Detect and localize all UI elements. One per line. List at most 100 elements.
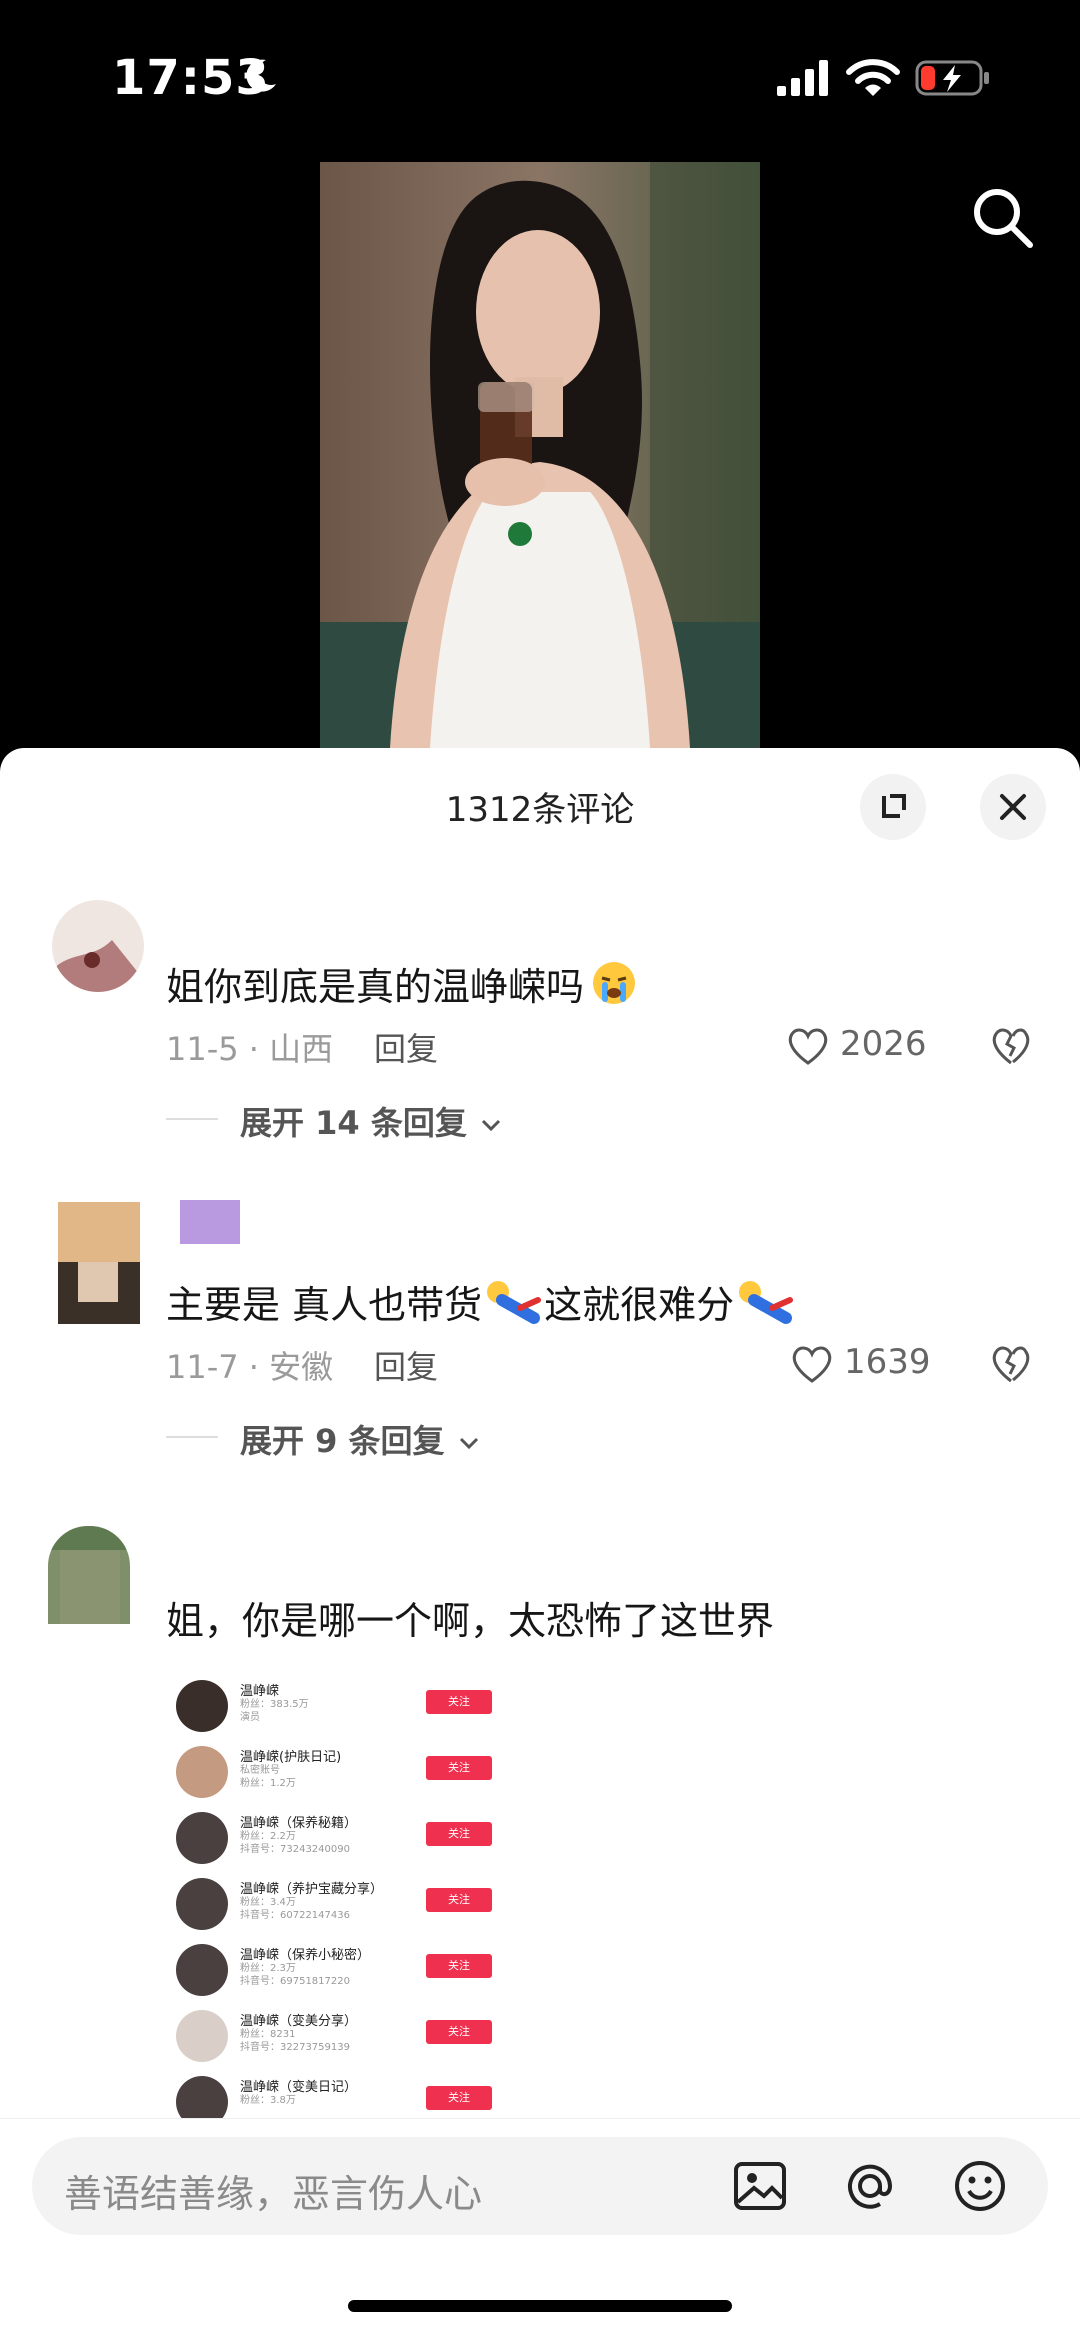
battery-icon	[915, 60, 989, 96]
account-name: 温峥嵘(护肤日记)	[240, 1750, 342, 1765]
fullscreen-button[interactable]	[860, 774, 926, 840]
account-row: 温峥嵘（保养秘籍） 粉丝：2.2万抖音号：73243240090 关注	[166, 1808, 506, 1874]
crying-emoji-icon	[593, 962, 636, 1004]
avatar-image	[52, 940, 144, 992]
avatar-image	[58, 1202, 140, 1324]
account-row: 温峥嵘（养护宝藏分享） 粉丝：3.4万 抖音号：60722147436 关注	[166, 1874, 506, 1940]
at-icon[interactable]	[842, 2158, 898, 2214]
expand-replies-button[interactable]: 展开 14 条回复	[240, 1098, 504, 1144]
comment-text-suffix: 这就很难分	[544, 1283, 735, 1327]
video-frame[interactable]	[320, 162, 760, 748]
comment-text-body: 姐你到底是真的温峥嵘吗	[166, 965, 585, 1009]
account-name: 温峥嵘	[240, 1684, 280, 1699]
account-row: 温峥嵘(护肤日记) 私密账号粉丝：1.2万 关注	[166, 1742, 506, 1808]
chevron-down-icon	[459, 1437, 478, 1450]
account-line1: 私密账号	[240, 1765, 280, 1776]
signal-icon	[777, 60, 828, 96]
status-bar: 17:53	[0, 0, 1080, 150]
follow-button: 关注	[426, 1954, 492, 1978]
account-line2: 抖音号：73243240090	[240, 1844, 350, 1855]
account-line2: 抖音号：60722147436	[240, 1910, 350, 1921]
account-line1: 粉丝：8231	[240, 2029, 296, 2040]
fullscreen-icon	[882, 794, 906, 818]
fallen-emoji-icon	[739, 1281, 794, 1324]
wifi-icon	[846, 59, 900, 96]
account-avatar	[176, 1812, 228, 1864]
video-thumbnail	[320, 162, 760, 748]
account-name: 温峥嵘（保养小秘密）	[240, 1948, 371, 1963]
follow-button: 关注	[426, 1756, 492, 1780]
account-info: 私密账号粉丝：1.2万	[240, 1764, 296, 1790]
account-line1: 粉丝：2.2万	[240, 1831, 296, 1842]
like-count: 2026	[840, 1024, 927, 1064]
account-line2: 粉丝：1.2万	[240, 1778, 296, 1789]
expand-replies-label: 展开 9 条回复	[240, 1422, 445, 1460]
account-row: 温峥嵘（变美日记） 粉丝：3.8万 关注	[166, 2072, 506, 2120]
home-indicator[interactable]	[348, 2300, 732, 2312]
account-avatar	[176, 1944, 228, 1996]
account-row: 温峥嵘 粉丝：383.5万 演员 关注	[166, 1676, 506, 1742]
avatar[interactable]	[48, 1526, 130, 1624]
account-line2: 抖音号：69751817220	[240, 1976, 350, 1987]
fallen-emoji-icon	[487, 1281, 542, 1324]
account-name: 温峥嵘（养护宝藏分享）	[240, 1882, 384, 1897]
account-info: 粉丝：383.5万 演员	[240, 1698, 309, 1724]
expand-divider	[166, 1118, 218, 1120]
comment-meta: 11-5 · 山西	[166, 1030, 334, 1068]
comment-image-attachment[interactable]: 温峥嵘 粉丝：383.5万 演员 关注 温峥嵘(护肤日记) 私密账号粉丝：1.2万…	[166, 1660, 506, 2120]
account-line1: 粉丝：3.8万	[240, 2095, 296, 2106]
account-line2: 抖音号：32273759139	[240, 2042, 350, 2053]
heart-icon[interactable]	[790, 1344, 834, 1384]
account-info: 粉丝：2.3万抖音号：69751817220	[240, 1962, 350, 1988]
follow-button: 关注	[426, 1888, 492, 1912]
like-count: 1639	[844, 1342, 931, 1382]
emoji-icon[interactable]	[952, 2158, 1008, 2214]
account-avatar	[176, 1680, 228, 1732]
moon-icon	[246, 59, 276, 92]
comment-text: 姐，你是哪一个啊，太恐怖了这世界	[166, 1599, 775, 1643]
close-button[interactable]	[980, 774, 1046, 840]
close-icon	[1000, 794, 1026, 820]
comment-text: 主要是 真人也带货 这就很难分	[166, 1274, 794, 1329]
follow-button: 关注	[426, 1822, 492, 1846]
account-row: 温峥嵘（保养小秘密） 粉丝：2.3万抖音号：69751817220 关注	[166, 1940, 506, 2006]
account-info: 粉丝：8231 抖音号：32273759139	[240, 2028, 350, 2054]
comment-input-placeholder: 善语结善缘，恶言伤人心	[64, 2172, 483, 2216]
follow-button: 关注	[426, 1690, 492, 1714]
account-line1: 粉丝：2.3万	[240, 1963, 296, 1974]
heart-icon[interactable]	[786, 1026, 830, 1066]
reply-button[interactable]: 回复	[374, 1342, 438, 1388]
account-info: 粉丝：3.8万	[240, 2094, 296, 2107]
account-avatar	[176, 1878, 228, 1930]
account-name: 温峥嵘（变美分享）	[240, 2014, 358, 2029]
account-avatar	[176, 2076, 228, 2120]
chevron-down-icon	[481, 1119, 501, 1132]
comment-input[interactable]: 善语结善缘，恶言伤人心	[32, 2137, 1048, 2235]
account-info: 粉丝：2.2万抖音号：73243240090	[240, 1830, 350, 1856]
account-name: 温峥嵘（变美日记）	[240, 2080, 358, 2095]
broken-heart-icon[interactable]	[990, 1026, 1032, 1066]
account-line2: 演员	[240, 1712, 260, 1723]
account-info: 粉丝：3.4万 抖音号：60722147436	[240, 1896, 350, 1922]
broken-heart-icon[interactable]	[990, 1344, 1032, 1384]
follow-button: 关注	[426, 2086, 492, 2110]
expand-replies-button[interactable]: 展开 9 条回复	[240, 1416, 482, 1462]
account-avatar	[176, 1746, 228, 1798]
account-name: 温峥嵘（保养秘籍）	[240, 1816, 358, 1831]
search-icon[interactable]	[970, 185, 1036, 251]
account-line1: 粉丝：383.5万	[240, 1699, 309, 1710]
username-sticker	[180, 1200, 240, 1244]
avatar-image	[48, 1526, 130, 1624]
expand-divider	[166, 1436, 218, 1438]
comment-meta: 11-7 · 安徽	[166, 1348, 334, 1386]
comment-text-body: 主要是 真人也带货	[166, 1283, 483, 1327]
avatar[interactable]	[52, 900, 144, 992]
avatar[interactable]	[58, 1202, 140, 1324]
image-icon[interactable]	[732, 2158, 788, 2214]
account-avatar	[176, 2010, 228, 2062]
account-row: 温峥嵘（变美分享） 粉丝：8231 抖音号：32273759139 关注	[166, 2006, 506, 2072]
expand-replies-label: 展开 14 条回复	[240, 1104, 467, 1142]
reply-button[interactable]: 回复	[374, 1024, 438, 1070]
comment-text: 姐你到底是真的温峥嵘吗	[166, 956, 640, 1011]
follow-button: 关注	[426, 2020, 492, 2044]
